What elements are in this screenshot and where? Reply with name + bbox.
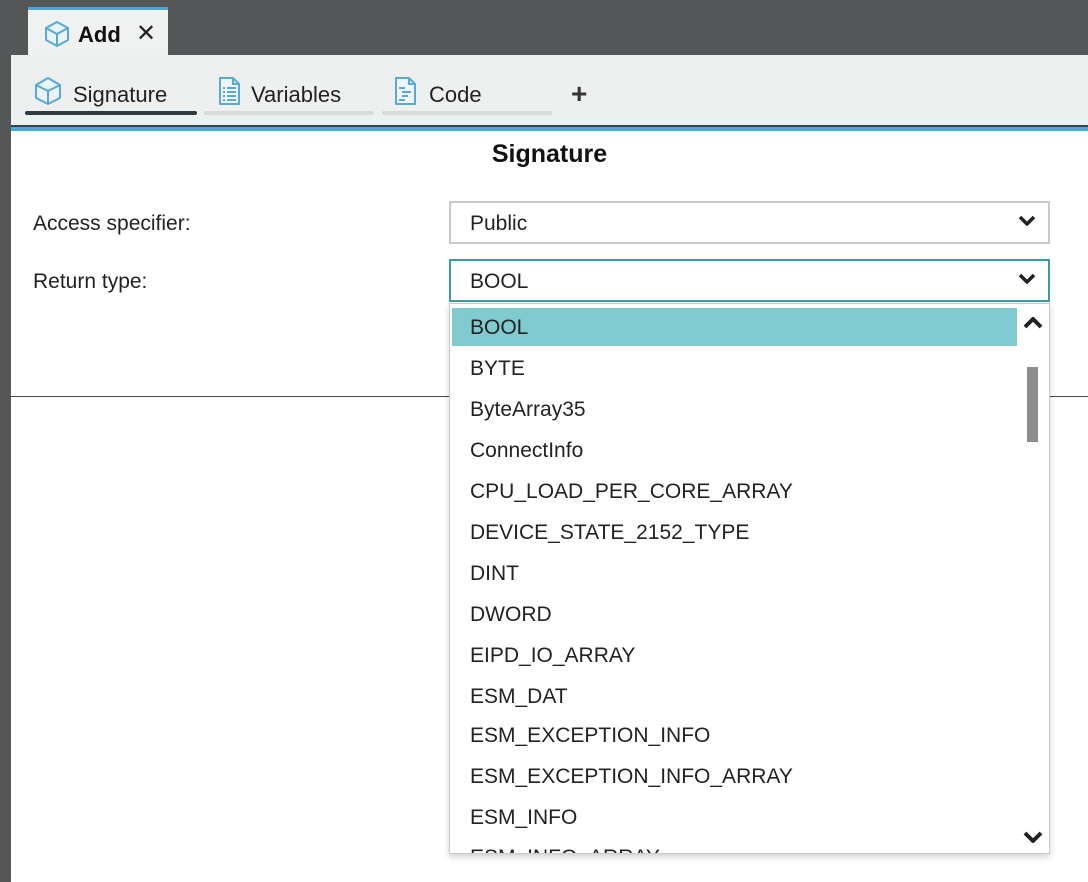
- dropdown-option[interactable]: DEVICE_STATE_2152_TYPE: [452, 513, 1017, 551]
- code-document-icon: [395, 77, 416, 105]
- add-tab-button[interactable]: +: [571, 78, 587, 110]
- tab-code[interactable]: Code: [382, 55, 552, 115]
- dropdown-option[interactable]: BOOL: [452, 308, 1017, 346]
- scrollbar-thumb[interactable]: [1027, 367, 1038, 442]
- document-list-icon: [219, 77, 240, 105]
- document-tab-add[interactable]: Add ✕: [28, 7, 168, 55]
- tab-signature[interactable]: Signature: [25, 55, 197, 115]
- access-specifier-label: Access specifier:: [33, 212, 191, 235]
- dropdown-option-label: ConnectInfo: [470, 439, 584, 462]
- dropdown-option-label: ESM_EXCEPTION_INFO_ARRAY: [470, 765, 793, 788]
- access-specifier-value: Public: [470, 212, 528, 235]
- chevron-up-icon[interactable]: [1022, 312, 1044, 334]
- dropdown-option-label: CPU_LOAD_PER_CORE_ARRAY: [470, 480, 793, 503]
- dropdown-option[interactable]: DWORD: [452, 595, 1017, 633]
- dropdown-option[interactable]: EIPD_IO_ARRAY: [452, 636, 1017, 674]
- cube-icon: [35, 77, 61, 105]
- dropdown-option-label: DEVICE_STATE_2152_TYPE: [470, 521, 750, 544]
- tab-indicator: [204, 111, 374, 115]
- return-type-dropdown-list[interactable]: BOOL BYTE ByteArray35 ConnectInfo CPU_LOAD_P…: [449, 303, 1050, 854]
- page-title: Signature: [491, 140, 608, 168]
- dropdown-option-label: ESM_DAT: [470, 685, 568, 708]
- cube-icon: [45, 21, 69, 47]
- dropdown-option[interactable]: CPU_LOAD_PER_CORE_ARRAY: [452, 472, 1017, 510]
- close-tab-icon[interactable]: ✕: [136, 19, 156, 48]
- tab-signature-label: Signature: [73, 82, 168, 107]
- chevron-down-icon: [1018, 215, 1036, 226]
- dropdown-option[interactable]: ESM_INFO_ARRAY: [452, 838, 1017, 853]
- accent-divider: [11, 127, 1088, 131]
- dropdown-option[interactable]: ESM_EXCEPTION_INFO: [452, 716, 1017, 754]
- return-type-label: Return type:: [33, 270, 148, 293]
- tab-variables[interactable]: Variables: [204, 55, 374, 115]
- tab-variables-label: Variables: [251, 82, 342, 107]
- dropdown-option[interactable]: ESM_DAT: [452, 677, 1017, 715]
- subtab-bar: Signature Variables Code +: [11, 55, 1088, 125]
- chevron-down-icon[interactable]: [1022, 826, 1044, 848]
- tab-indicator: [382, 111, 552, 115]
- dropdown-option-label: ESM_INFO_ARRAY: [470, 846, 660, 853]
- dropdown-option[interactable]: ConnectInfo: [452, 431, 1017, 469]
- left-frame: [0, 0, 11, 882]
- dropdown-option[interactable]: DINT: [452, 554, 1017, 592]
- dropdown-option[interactable]: BYTE: [452, 349, 1017, 387]
- dropdown-option-label: BOOL: [470, 316, 529, 339]
- dropdown-option-label: EIPD_IO_ARRAY: [470, 644, 636, 667]
- chevron-down-icon: [1018, 273, 1036, 284]
- document-tab-title: Add: [78, 22, 121, 47]
- access-specifier-select[interactable]: Public: [449, 201, 1050, 244]
- dropdown-option-label: DWORD: [470, 603, 552, 626]
- dropdown-option-label: ByteArray35: [470, 398, 586, 421]
- return-type-select[interactable]: BOOL: [449, 259, 1050, 302]
- dropdown-option[interactable]: ESM_EXCEPTION_INFO_ARRAY: [452, 757, 1017, 795]
- dropdown-option[interactable]: ESM_INFO: [452, 798, 1017, 836]
- dropdown-option[interactable]: ByteArray35: [452, 390, 1017, 428]
- dropdown-option-label: ESM_INFO: [470, 806, 578, 829]
- tab-active-indicator: [25, 111, 197, 115]
- return-type-value: BOOL: [470, 270, 529, 293]
- dropdown-option-label: DINT: [470, 562, 519, 585]
- tab-code-label: Code: [429, 82, 482, 107]
- dropdown-option-label: BYTE: [470, 357, 525, 380]
- dropdown-option-label: ESM_EXCEPTION_INFO: [470, 724, 711, 747]
